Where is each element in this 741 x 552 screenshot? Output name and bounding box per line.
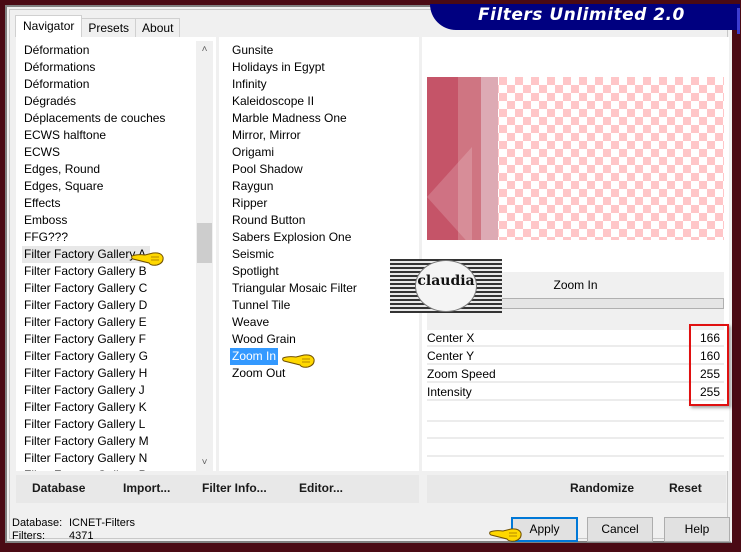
category-list-item[interactable]: Déplacements de couches (24, 110, 169, 127)
filter-list-item[interactable]: Origami (232, 144, 274, 161)
param-row-center-x[interactable]: Center X 166 (427, 330, 724, 347)
filter-list-item[interactable]: Spotlight (232, 263, 279, 280)
params-button-bar: Randomize Reset (427, 475, 726, 503)
category-list-item[interactable]: ECWS halftone (24, 127, 110, 144)
editor-button[interactable]: Editor... (299, 481, 343, 495)
reset-button[interactable]: Reset (669, 481, 702, 495)
database-button[interactable]: Database (32, 481, 85, 495)
filters-count-value: 4371 (69, 530, 94, 542)
category-list-item[interactable]: FFG??? (24, 229, 72, 246)
category-list-item[interactable]: Filter Factory Gallery E (24, 314, 151, 331)
title-banner: Filters Unlimited 2.0 (430, 4, 740, 34)
filter-list-item[interactable]: Raygun (232, 178, 273, 195)
param-row-intensity[interactable]: Intensity 255 (427, 384, 724, 401)
tab-presets[interactable]: Presets (81, 18, 137, 37)
param-row-center-y[interactable]: Center Y 160 (427, 348, 724, 365)
filter-list-item[interactable]: Round Button (232, 212, 305, 229)
tab-navigator[interactable]: Navigator (15, 15, 83, 37)
param-label: Center X (427, 331, 475, 345)
tab-about[interactable]: About (135, 18, 181, 37)
filter-list-item[interactable]: Kaleidoscope II (232, 93, 314, 110)
navigator-button-bar: Database Import... Filter Info... Editor… (16, 475, 419, 503)
category-list-item[interactable]: Filter Factory Gallery H (24, 365, 151, 382)
tab-bar: Navigator Presets About (15, 15, 181, 37)
category-list-item[interactable]: Filter Factory Gallery N (24, 450, 151, 467)
category-list-item[interactable]: Filter Factory Gallery C (24, 280, 151, 297)
database-label: Database: (12, 517, 63, 529)
category-list-item[interactable]: ECWS (24, 144, 64, 161)
preview-image (427, 77, 724, 247)
filter-list-item[interactable]: Triangular Mosaic Filter (232, 280, 357, 297)
preview-triangle (427, 147, 472, 247)
values-highlight-box (689, 324, 729, 406)
pointing-hand-icon (282, 354, 315, 368)
banner-edge (737, 8, 740, 34)
param-slot-empty (427, 420, 724, 422)
watermark-globe: claudia (415, 260, 477, 312)
category-list-item[interactable]: Edges, Round (24, 161, 104, 178)
scroll-down-arrow-icon[interactable]: ˅ (196, 454, 213, 471)
filter-list-item[interactable]: Weave (232, 314, 269, 331)
app-title: Filters Unlimited 2.0 (478, 5, 685, 25)
category-list-item[interactable]: Filter Factory Gallery M (24, 433, 153, 450)
filter-list-item[interactable]: Marble Madness One (232, 110, 347, 127)
filter-info-button[interactable]: Filter Info... (202, 481, 267, 495)
database-value: ICNET-Filters (69, 517, 135, 529)
param-slot-empty (427, 437, 724, 439)
category-list-item[interactable]: Filter Factory Gallery L (24, 416, 149, 433)
category-list-item[interactable]: Filter Factory Gallery F (24, 331, 150, 348)
pointing-hand-icon (489, 528, 522, 542)
import-button[interactable]: Import... (123, 481, 170, 495)
cancel-button[interactable]: Cancel (587, 517, 653, 542)
category-list[interactable]: Déformation Déformations Déformation Dégrad… (16, 37, 216, 471)
filter-panel: Zoom In Center X 166 Center Y 160 Zoom S… (422, 37, 729, 471)
category-scrollbar[interactable]: ˄ ˅ (196, 41, 213, 471)
category-list-item[interactable]: Filter Factory Gallery K (24, 399, 151, 416)
category-list-item[interactable]: Déformations (24, 59, 99, 76)
filter-list-item[interactable]: Pool Shadow (232, 161, 303, 178)
preview-band (481, 77, 498, 240)
category-list-item[interactable]: Filter Factory Gallery D (24, 297, 151, 314)
scroll-thumb[interactable] (197, 223, 212, 263)
status-area: Database: ICNET-Filters Filters: 4371 (12, 517, 135, 543)
filter-list-item[interactable]: Mirror, Mirror (232, 127, 301, 144)
watermark-logo: claudia (390, 259, 502, 313)
filter-list-item[interactable]: Infinity (232, 76, 267, 93)
filter-list[interactable]: Gunsite Holidays in Egypt Infinity Kaleidos… (219, 37, 419, 471)
category-list-item[interactable]: Déformation (24, 76, 93, 93)
param-row-zoom-speed[interactable]: Zoom Speed 255 (427, 366, 724, 383)
category-list-item[interactable]: Edges, Square (24, 178, 107, 195)
category-list-item[interactable]: Filter Factory Gallery P (24, 467, 151, 471)
param-label: Center Y (427, 349, 475, 363)
help-button[interactable]: Help (664, 517, 730, 542)
param-label: Zoom Speed (427, 367, 496, 381)
filter-list-item[interactable]: Holidays in Egypt (232, 59, 325, 76)
filter-list-item[interactable]: Gunsite (232, 42, 273, 59)
param-slot-empty (427, 455, 724, 457)
filter-list-item[interactable]: Sabers Explosion One (232, 229, 351, 246)
param-label: Intensity (427, 385, 472, 399)
scroll-up-arrow-icon[interactable]: ˄ (196, 41, 213, 58)
filter-list-item[interactable]: Seismic (232, 246, 274, 263)
watermark-text: claudia (417, 273, 475, 289)
filters-count-label: Filters: (12, 530, 45, 542)
filter-list-item[interactable]: Ripper (232, 195, 267, 212)
randomize-button[interactable]: Randomize (570, 481, 634, 495)
category-list-item[interactable]: Filter Factory Gallery G (24, 348, 152, 365)
category-list-item[interactable]: Effects (24, 195, 64, 212)
filter-list-item[interactable]: Wood Grain (232, 331, 296, 348)
filter-list-item[interactable]: Tunnel Tile (232, 297, 290, 314)
filter-list-item[interactable]: Zoom Out (232, 365, 285, 382)
category-list-item[interactable]: Emboss (24, 212, 71, 229)
filter-list-item[interactable]: Zoom In (230, 348, 279, 365)
pointing-hand-icon (131, 252, 164, 266)
category-list-item[interactable]: Déformation (24, 42, 93, 59)
category-list-item[interactable]: Dégradés (24, 93, 80, 110)
category-list-item[interactable]: Filter Factory Gallery J (24, 382, 149, 399)
